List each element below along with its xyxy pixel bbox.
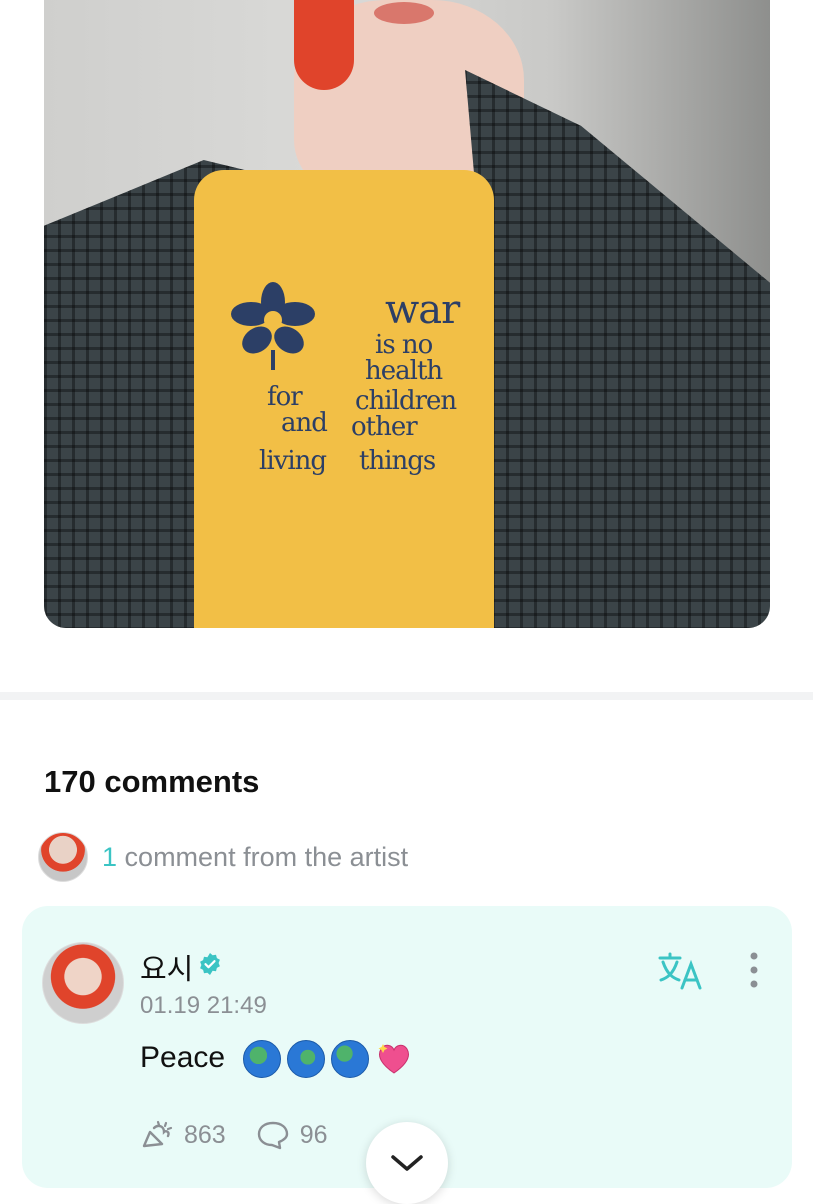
translate-icon[interactable] bbox=[658, 952, 704, 992]
flower-print-icon bbox=[231, 282, 315, 370]
scroll-down-button[interactable] bbox=[366, 1122, 448, 1204]
artist-comment-label: comment from the artist bbox=[124, 841, 409, 872]
comment-actions: 863 96 bbox=[140, 1120, 358, 1150]
reply-bubble-icon bbox=[257, 1121, 288, 1150]
comment-timestamp: 01.19 21:49 bbox=[140, 992, 267, 1019]
cheer-icon bbox=[142, 1120, 173, 1148]
comment-emojis bbox=[243, 1040, 413, 1078]
globe-europe-africa-icon bbox=[287, 1040, 326, 1078]
print-word-other: other bbox=[351, 412, 418, 442]
print-word-health: health bbox=[365, 356, 443, 386]
reply-button[interactable]: 96 bbox=[256, 1120, 328, 1150]
section-divider bbox=[0, 692, 813, 700]
comment-text: Peace bbox=[140, 1040, 226, 1074]
artist-comments-text: 1 comment from the artist bbox=[102, 842, 408, 873]
like-count: 863 bbox=[184, 1120, 226, 1149]
like-button[interactable]: 863 bbox=[140, 1120, 226, 1150]
verified-badge-icon bbox=[200, 953, 220, 975]
comment-body: Peace bbox=[140, 1040, 413, 1078]
artist-avatar-small bbox=[38, 832, 88, 882]
reply-count: 96 bbox=[299, 1120, 328, 1149]
print-word-living: living bbox=[259, 446, 327, 476]
print-word-war: war bbox=[385, 287, 460, 333]
shirt-print: war is no health for children and other … bbox=[215, 280, 460, 510]
artist-comment-count: 1 bbox=[102, 841, 118, 872]
print-word-isno: is no bbox=[375, 330, 433, 360]
globe-europe-africa-icon bbox=[243, 1040, 282, 1078]
comments-count-title: 170 comments bbox=[44, 764, 260, 799]
chevron-down-icon bbox=[391, 1155, 423, 1171]
comment-author-avatar[interactable] bbox=[42, 942, 124, 1024]
more-options-icon[interactable] bbox=[742, 950, 766, 990]
artist-comments-summary[interactable]: 1 comment from the artist bbox=[38, 832, 408, 882]
print-word-things: things bbox=[359, 446, 436, 476]
print-word-and: and bbox=[281, 408, 328, 438]
print-word-children: children bbox=[355, 386, 457, 416]
print-word-for: for bbox=[267, 382, 303, 412]
photo-lips bbox=[374, 2, 434, 24]
globe-asia-australia-icon bbox=[331, 1040, 370, 1078]
sparkling-heart-icon bbox=[378, 1044, 410, 1074]
photo-hair bbox=[294, 0, 354, 90]
comment-author-name[interactable]: 요시 bbox=[140, 946, 193, 988]
